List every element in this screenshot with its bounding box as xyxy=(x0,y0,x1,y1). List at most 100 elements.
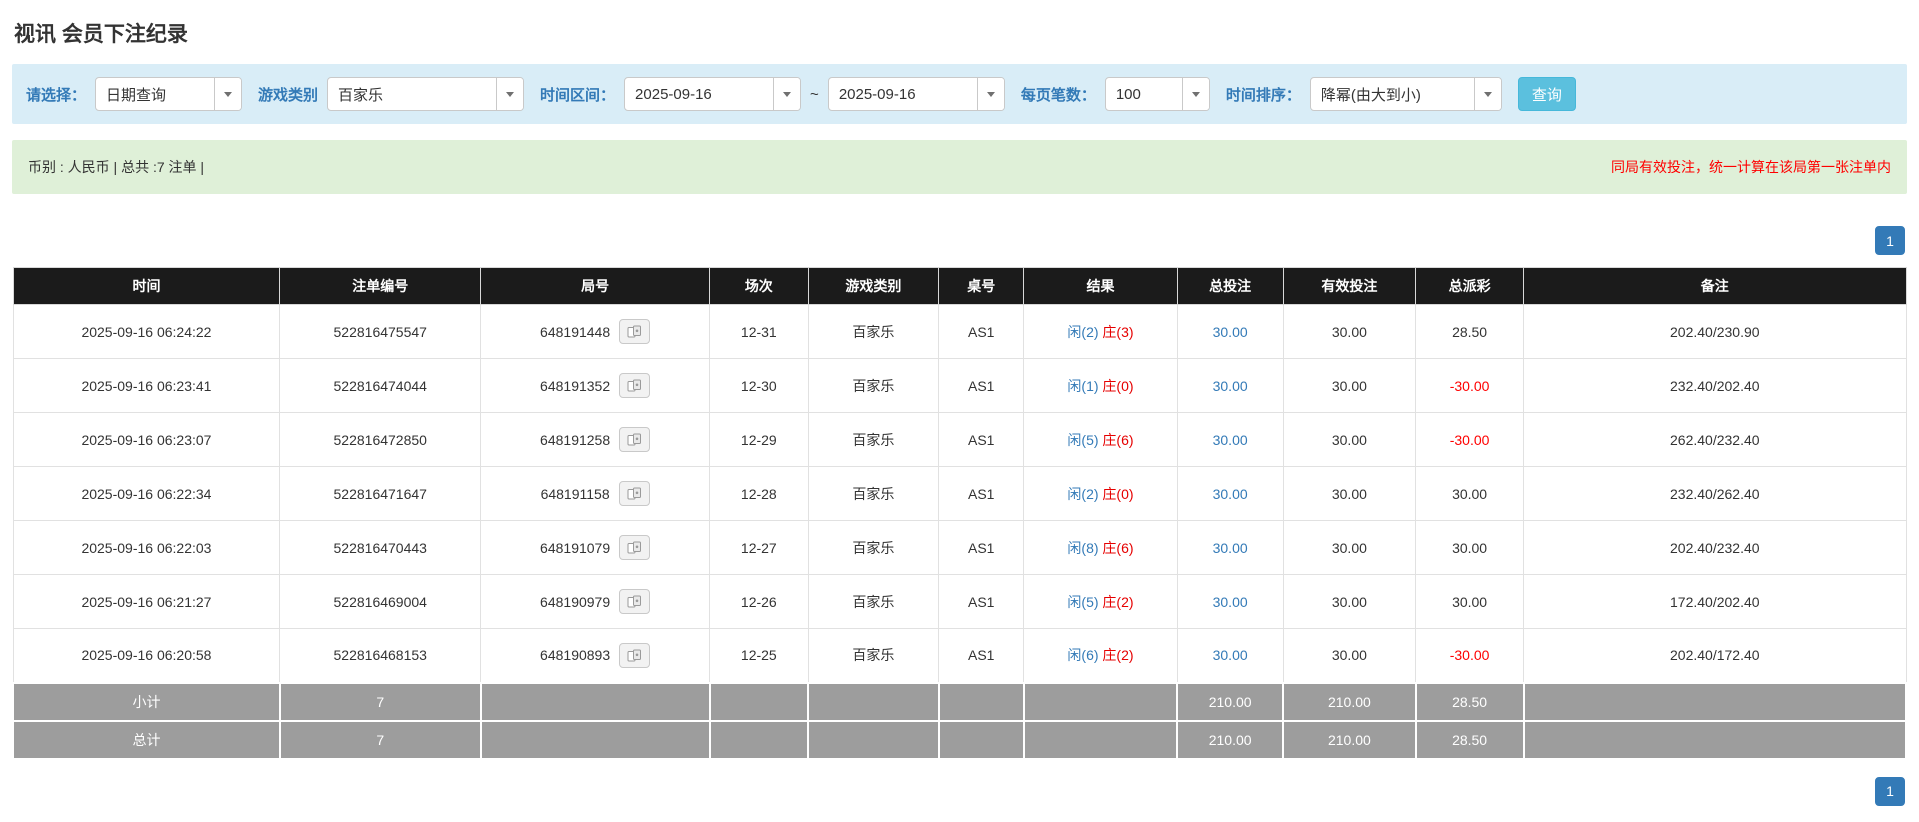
cell-time: 2025-09-16 06:22:03 xyxy=(12,520,281,575)
result-banker: 庄(3) xyxy=(1102,323,1134,340)
round-detail-button[interactable] xyxy=(619,642,651,668)
filter-group-time-range: 时间区间： ~ xyxy=(540,77,1005,111)
result-player: 闲(1) xyxy=(1067,377,1099,394)
result-banker: 庄(6) xyxy=(1102,431,1134,448)
date-from-input[interactable] xyxy=(625,78,774,110)
cell-bet-id: 522816474044 xyxy=(279,358,482,413)
cell-table-no: AS1 xyxy=(938,466,1025,521)
page-button-1[interactable]: 1 xyxy=(1875,776,1905,806)
query-type-dropdown-button[interactable] xyxy=(214,78,242,110)
sort-select xyxy=(1309,77,1502,111)
round-detail-button[interactable] xyxy=(618,481,650,506)
total-bet-link[interactable]: 30.00 xyxy=(1213,432,1248,448)
result-player: 闲(5) xyxy=(1067,431,1099,448)
total-bet-link[interactable]: 30.00 xyxy=(1213,594,1248,610)
search-button[interactable]: 查询 xyxy=(1517,77,1576,111)
column-header: 游戏类别 xyxy=(807,267,940,305)
cell-table-no: AS1 xyxy=(938,520,1025,575)
round-detail-button[interactable] xyxy=(619,373,651,398)
sort-dropdown-button[interactable] xyxy=(1473,78,1501,110)
column-header: 总派彩 xyxy=(1415,267,1525,305)
round-detail-button[interactable] xyxy=(619,589,651,614)
cell-round-id: 648190893 xyxy=(480,628,711,683)
summary-label: 小计 xyxy=(12,681,281,722)
summary-row: 小计 7 210.00 210.00 28.50 xyxy=(12,681,1908,722)
cell-bet-id: 522816475547 xyxy=(279,304,482,359)
date-to-input[interactable] xyxy=(828,78,977,110)
summary-valid-bet: 210.00 xyxy=(1282,719,1417,760)
cell-total-bet: 30.00 xyxy=(1176,412,1284,467)
round-detail-button[interactable] xyxy=(619,319,651,344)
cell-game-type: 百家乐 xyxy=(807,358,940,413)
round-detail-button[interactable] xyxy=(619,427,651,452)
column-header: 局号 xyxy=(480,267,711,305)
page-size-input[interactable] xyxy=(1105,78,1182,110)
filter-group-query-type: 请选择： xyxy=(26,77,243,111)
cell-total-bet: 30.00 xyxy=(1176,520,1284,575)
cell-session: 12-31 xyxy=(709,304,809,359)
page-size-dropdown-button[interactable] xyxy=(1181,78,1209,110)
cell-time: 2025-09-16 06:20:58 xyxy=(12,628,281,683)
date-from-dropdown-button[interactable] xyxy=(773,78,801,110)
record-row: 2025-09-16 06:22:03 522816470443 648191079… xyxy=(12,520,1907,575)
cell-time: 2025-09-16 06:23:07 xyxy=(12,412,281,467)
result-banker: 庄(0) xyxy=(1102,377,1134,394)
chevron-down-icon xyxy=(783,91,792,97)
cell-payout: 28.50 xyxy=(1415,304,1525,359)
record-row: 2025-09-16 06:22:34 522816471647 648191158… xyxy=(12,466,1907,521)
column-header: 备注 xyxy=(1523,267,1907,305)
result-player: 闲(2) xyxy=(1067,323,1099,340)
cell-payout: 30.00 xyxy=(1415,520,1525,575)
filter-group-sort: 时间排序： xyxy=(1226,77,1502,111)
total-bet-link[interactable]: 30.00 xyxy=(1213,378,1248,394)
cell-game-type: 百家乐 xyxy=(807,304,940,359)
cell-session: 12-30 xyxy=(709,358,809,413)
filter-group-page-size: 每页笔数： xyxy=(1021,77,1210,111)
cell-game-type: 百家乐 xyxy=(807,520,940,575)
date-to-picker xyxy=(827,77,1005,111)
cell-round-id: 648191258 xyxy=(480,412,711,467)
table-header-row: 时间 注单编号 局号 场次 游戏类别 桌号 结果 总投注 有效投注 总派彩 备注 xyxy=(12,267,1907,305)
total-bet-link[interactable]: 30.00 xyxy=(1213,540,1248,556)
chevron-down-icon xyxy=(1191,91,1200,97)
page-size-select xyxy=(1104,77,1210,111)
cell-time: 2025-09-16 06:24:22 xyxy=(12,304,281,359)
summary-row: 总计 7 210.00 210.00 28.50 xyxy=(12,719,1908,760)
total-bet-link[interactable]: 30.00 xyxy=(1213,324,1248,340)
result-banker: 庄(6) xyxy=(1102,539,1134,556)
game-type-label: 游戏类别 xyxy=(258,86,319,104)
total-bet-link[interactable]: 30.00 xyxy=(1213,647,1248,663)
result-player: 闲(2) xyxy=(1067,485,1099,502)
record-row: 2025-09-16 06:23:41 522816474044 648191352… xyxy=(12,358,1907,413)
summary-bar: 币别 : 人民币 | 总共 :7 注单 | 同局有效投注，统一计算在该局第一张注… xyxy=(12,140,1907,194)
cell-valid-bet: 30.00 xyxy=(1282,520,1417,575)
cell-total-bet: 30.00 xyxy=(1176,574,1284,629)
query-type-label: 请选择： xyxy=(26,86,87,104)
cards-icon xyxy=(627,595,642,608)
game-type-select xyxy=(327,77,525,111)
cell-time: 2025-09-16 06:23:41 xyxy=(12,358,281,413)
game-type-dropdown-button[interactable] xyxy=(496,78,524,110)
cell-valid-bet: 30.00 xyxy=(1282,304,1417,359)
round-detail-button[interactable] xyxy=(619,535,651,560)
sort-input[interactable] xyxy=(1310,78,1474,110)
cell-remark: 202.40/230.90 xyxy=(1523,304,1907,359)
game-type-input[interactable] xyxy=(328,78,497,110)
date-to-dropdown-button[interactable] xyxy=(976,78,1004,110)
page-button-1[interactable]: 1 xyxy=(1875,226,1905,255)
total-bet-link[interactable]: 30.00 xyxy=(1213,486,1248,502)
record-row: 2025-09-16 06:21:27 522816469004 648190979… xyxy=(12,574,1907,629)
cell-total-bet: 30.00 xyxy=(1176,304,1284,359)
cards-icon xyxy=(627,487,641,500)
cell-session: 12-28 xyxy=(709,466,809,521)
pagination-bottom: 1 xyxy=(12,776,1905,806)
cell-bet-id: 522816472850 xyxy=(279,412,482,467)
column-header: 总投注 xyxy=(1176,267,1284,305)
summary-valid-bet: 210.00 xyxy=(1282,681,1417,722)
cell-valid-bet: 30.00 xyxy=(1282,574,1417,629)
query-type-select xyxy=(95,77,243,111)
round-id-text: 648191258 xyxy=(540,431,611,448)
cell-result: 闲(2) 庄(0) xyxy=(1023,466,1178,521)
query-type-input[interactable] xyxy=(96,78,215,110)
cell-time: 2025-09-16 06:21:27 xyxy=(12,574,281,629)
